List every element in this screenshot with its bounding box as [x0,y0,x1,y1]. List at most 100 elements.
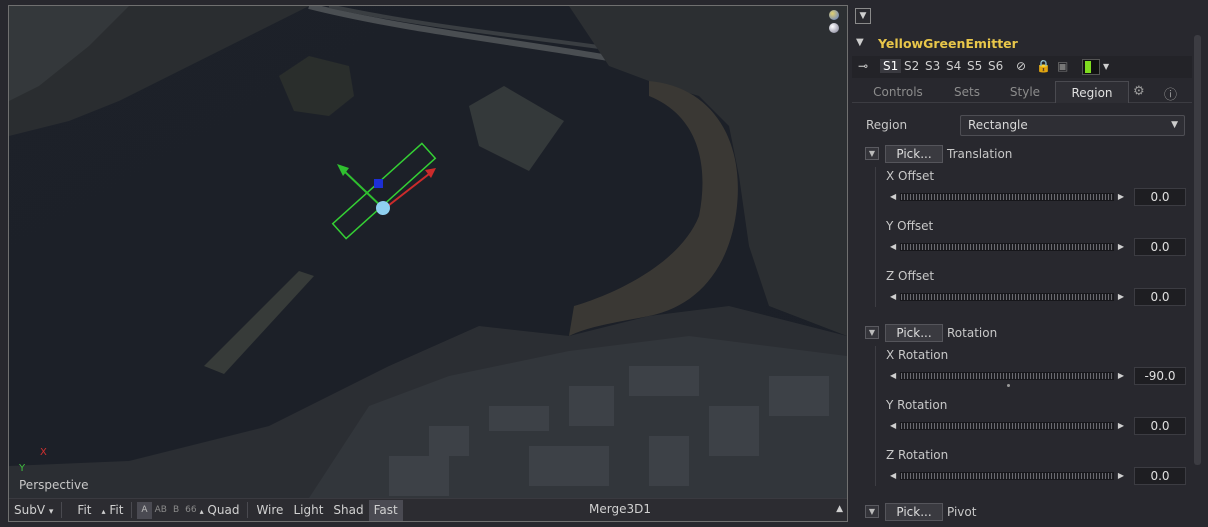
fit-button[interactable]: Fit [65,500,96,521]
y-rotation-label: Y Rotation [886,398,948,412]
light-button[interactable]: Light [288,500,328,521]
z-offset-slider[interactable]: ◀ ▶ [890,292,1124,302]
increment-arrow-icon[interactable]: ▶ [1118,371,1124,381]
increment-arrow-icon[interactable]: ▶ [1118,471,1124,481]
chevron-down-icon: ▼ [1171,120,1178,130]
inspector-topbar: ▼ [852,5,1208,25]
decrement-arrow-icon[interactable]: ◀ [890,292,896,302]
decrement-arrow-icon[interactable]: ◀ [890,421,896,431]
divider [131,502,133,518]
set-s2-button[interactable]: S2 [904,59,919,73]
increment-arrow-icon[interactable]: ▶ [1118,192,1124,202]
cache-icon[interactable]: ▣ [1057,59,1068,73]
x-rotation-label: X Rotation [886,348,949,362]
rotation-pick-button[interactable]: Pick... [885,324,943,342]
chevron-down-icon: ▾ [48,506,54,517]
info-icon[interactable]: ⓘ [1164,84,1177,103]
region-dropdown-value: Rectangle [968,118,1028,132]
z-offset-value[interactable]: 0.0 [1134,288,1186,306]
z-rotation-label: Z Rotation [886,448,949,462]
buffer-ab-button[interactable]: AB [152,505,170,515]
viewport-label: Perspective [19,478,89,492]
tool-name: YellowGreenEmitter [878,36,1018,51]
collapse-all-toggle[interactable]: ▼ [855,8,871,24]
expand-up-icon[interactable]: ▲ [836,499,843,520]
globe-icon[interactable] [829,10,839,20]
translation-collapse-toggle[interactable]: ▼ [865,147,879,160]
stereo-button[interactable]: 66 [182,505,199,515]
fusion-window: X Y Perspective SubV ▾ Fit ▴ Fit A AB B … [0,0,1208,527]
pin-icon[interactable]: ⊸ [858,59,868,73]
swatch-fill [1085,61,1091,73]
viewport-3d[interactable]: X Y Perspective [9,6,847,498]
gear-icon[interactable]: ⚙ [1133,84,1145,99]
chevron-up-icon: ▴ [101,506,106,516]
tool-controls-row: ⊸ S1 S2 S3 S4 S5 S6 ⊘ 🔒 ▣ ▼ [852,56,1192,78]
subview-button[interactable]: SubV ▾ [9,500,58,521]
group-divider [875,346,876,486]
increment-arrow-icon[interactable]: ▶ [1118,242,1124,252]
pivot-collapse-toggle[interactable]: ▼ [865,505,879,518]
chevron-down-icon[interactable]: ▼ [1103,62,1109,71]
fast-button[interactable]: Fast [368,499,403,521]
increment-arrow-icon[interactable]: ▶ [1118,292,1124,302]
x-offset-slider[interactable]: ◀ ▶ [890,192,1124,202]
set-s3-button[interactable]: S3 [925,59,940,73]
slider-track [900,293,1114,301]
tab-style[interactable]: Style [996,81,1054,103]
region-label: Region [866,118,908,132]
divider [61,502,63,518]
z-rotation-value[interactable]: 0.0 [1134,467,1186,485]
pivot-pick-button[interactable]: Pick... [885,503,943,521]
viewer-title: Merge3D1 [589,502,651,516]
x-offset-value[interactable]: 0.0 [1134,188,1186,206]
disable-icon[interactable]: ⊘ [1016,59,1026,73]
inspector-tabs: Controls Sets Style Region ⚙ ⓘ [852,81,1192,103]
set-s6-button[interactable]: S6 [988,59,1003,73]
translation-group-label: Translation [947,147,1013,161]
decrement-arrow-icon[interactable]: ◀ [890,471,896,481]
viewport-icons [829,10,841,36]
lock-icon[interactable]: 🔒 [1036,59,1051,73]
x-rotation-value[interactable]: -90.0 [1134,367,1186,385]
slider-track [900,193,1114,201]
region-dropdown[interactable]: Rectangle ▼ [960,115,1185,136]
y-offset-slider[interactable]: ◀ ▶ [890,242,1124,252]
tool-header[interactable]: ▼ YellowGreenEmitter [852,33,1192,55]
tab-sets[interactable]: Sets [938,81,996,103]
inspector-scrollbar[interactable] [1194,35,1201,465]
chevron-down-icon[interactable]: ▼ [856,37,864,48]
y-rotation-value[interactable]: 0.0 [1134,417,1186,435]
sphere-icon[interactable] [829,23,839,33]
tab-controls[interactable]: Controls [858,81,938,103]
group-divider [875,167,876,307]
x-rotation-slider[interactable]: ◀ ▶ [890,371,1124,387]
increment-arrow-icon[interactable]: ▶ [1118,421,1124,431]
slider-track [900,472,1114,480]
pivot-group-label: Pivot [947,505,977,519]
set-s4-button[interactable]: S4 [946,59,961,73]
y-offset-value[interactable]: 0.0 [1134,238,1186,256]
decrement-arrow-icon[interactable]: ◀ [890,371,896,381]
decrement-arrow-icon[interactable]: ◀ [890,242,896,252]
buffer-b-button[interactable]: B [170,505,182,515]
translation-pick-button[interactable]: Pick... [885,145,943,163]
set-s1-button[interactable]: S1 [880,59,902,73]
region-tab-content: Region Rectangle ▼ ▼ Pick... Translation… [864,110,1190,527]
y-rotation-slider[interactable]: ◀ ▶ [890,421,1124,431]
z-rotation-slider[interactable]: ◀ ▶ [890,471,1124,481]
tab-region[interactable]: Region [1055,81,1129,103]
shadow-button[interactable]: Shad [328,500,368,521]
set-s5-button[interactable]: S5 [967,59,982,73]
quad-button[interactable]: ▴ Quad [200,500,245,521]
decrement-arrow-icon[interactable]: ◀ [890,192,896,202]
buffer-a-button[interactable]: A [137,501,152,519]
fit-options-button[interactable]: ▴ Fit [97,500,129,521]
wire-button[interactable]: Wire [251,500,288,521]
color-swatch[interactable] [1082,59,1100,75]
rotation-collapse-toggle[interactable]: ▼ [865,326,879,339]
inspector-panel: ▼ ▼ YellowGreenEmitter ⊸ S1 S2 S3 S4 S5 … [852,0,1208,527]
slider-track [900,422,1114,430]
slider-default-marker [1007,384,1010,387]
viewer-toolbar: SubV ▾ Fit ▴ Fit A AB B 66 ▴ Quad Wire L… [9,498,847,521]
